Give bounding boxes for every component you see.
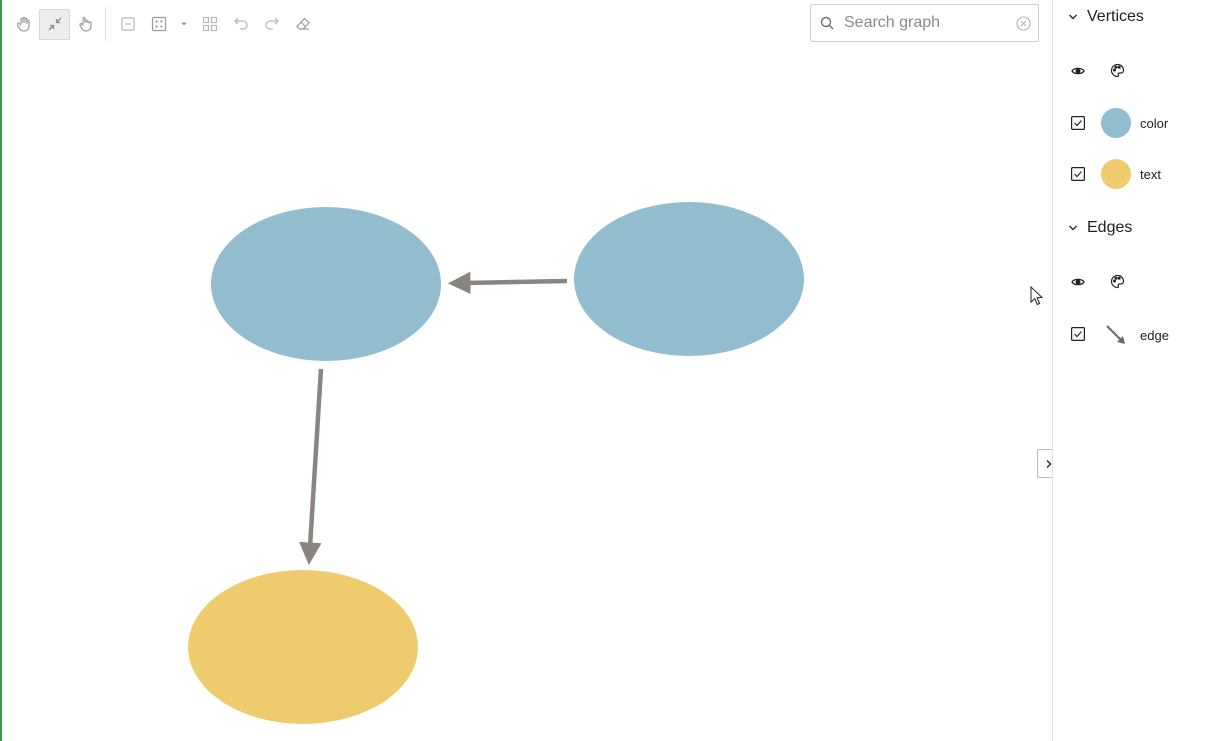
edges-section-header[interactable]: Edges [1067,219,1132,237]
vertex-color-swatch [1101,108,1131,138]
graph-canvas[interactable] [0,0,1052,741]
toolbar-divider [105,7,106,41]
edge-label: edge [1140,328,1169,343]
edge-checkbox[interactable] [1071,327,1086,346]
undo-icon[interactable] [225,9,256,40]
layout-dropdown-icon[interactable] [174,9,194,40]
legend-sidebar: Vertices color text Edges edge [1052,0,1211,741]
mouse-cursor-icon [1030,286,1044,306]
edges-style-palette-icon[interactable] [1110,274,1125,294]
vertex-text-checkbox[interactable] [1071,167,1086,186]
edges-title: Edges [1087,219,1133,236]
select-hand-icon[interactable] [70,9,101,40]
search-input[interactable] [842,13,1006,33]
collapse-icon[interactable] [112,9,143,40]
graph-vertex-text[interactable] [188,570,418,724]
edge-arrow-icon [1105,324,1127,351]
fit-to-screen-icon[interactable] [39,8,70,40]
group-icon[interactable] [194,9,225,40]
search-icon [820,16,834,30]
vertex-text-swatch [1101,159,1131,189]
search-graph-field[interactable] [810,4,1039,42]
edges-visibility-eye-icon[interactable] [1071,275,1085,294]
graph-edge-v2-v1[interactable] [448,271,568,295]
vertex-text-label: text [1140,167,1161,182]
graph-vertex-color[interactable] [574,202,804,356]
eraser-icon[interactable] [287,9,318,40]
clear-search-icon[interactable] [1016,16,1031,31]
vertices-section-header[interactable]: Vertices [1067,8,1144,26]
redo-icon[interactable] [256,9,287,40]
layout-grid-icon[interactable] [143,9,174,40]
vertex-color-label: color [1140,116,1169,131]
vertices-title: Vertices [1087,8,1144,25]
vertex-color-checkbox[interactable] [1071,116,1086,135]
graph-toolbar [8,7,318,41]
vertices-style-palette-icon[interactable] [1110,63,1125,83]
graph-vertex-color[interactable] [211,207,441,361]
chevron-down-icon [1068,225,1078,231]
graph-edge-v1-v3[interactable] [299,368,324,565]
pan-hand-icon[interactable] [8,9,39,40]
chevron-down-icon [1068,14,1078,20]
vertices-visibility-eye-icon[interactable] [1071,64,1085,83]
